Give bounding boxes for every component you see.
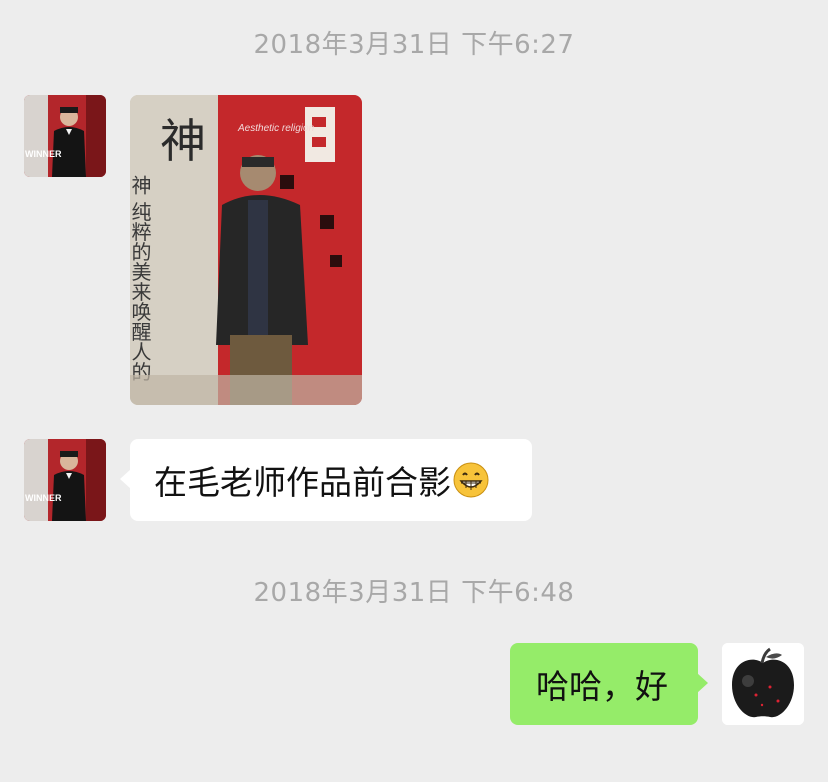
contact-avatar[interactable]: WINNER: [24, 95, 106, 177]
apple-avatar-icon: [722, 643, 804, 725]
photo-image: 神 神 纯粹的美来唤醒人的 Aesthetic religion: [130, 95, 362, 405]
timestamp: 2018年3月31日 下午6:27: [253, 30, 575, 60]
timestamp: 2018年3月31日 下午6:48: [253, 578, 575, 608]
bubble-tail: [120, 469, 131, 489]
poster-vertical-text: 神 纯粹的美来唤醒人的: [130, 175, 152, 382]
incoming-message-bubble[interactable]: 在毛老师作品前合影: [120, 439, 532, 521]
contact-avatar-image: WINNER: [24, 439, 106, 521]
message-text: 哈哈，好: [536, 667, 668, 706]
contact-avatar[interactable]: WINNER: [24, 439, 106, 521]
bubble-tail: [697, 673, 708, 693]
poster-title-char: 神: [160, 114, 206, 168]
self-avatar[interactable]: [722, 643, 804, 725]
avatar-caption: WINNER: [25, 149, 62, 159]
message-text: 在毛老师作品前合影: [154, 463, 451, 502]
outgoing-message-bubble[interactable]: 哈哈，好: [510, 643, 708, 725]
photo-message[interactable]: 神 神 纯粹的美来唤醒人的 Aesthetic religion: [130, 95, 362, 405]
timestamp-partial: [0, 770, 828, 782]
grin-emoji-icon: [453, 462, 489, 498]
avatar-caption: WINNER: [25, 493, 62, 503]
contact-avatar-image: WINNER: [24, 95, 106, 177]
poster-latin-text: Aesthetic religion: [237, 123, 315, 134]
